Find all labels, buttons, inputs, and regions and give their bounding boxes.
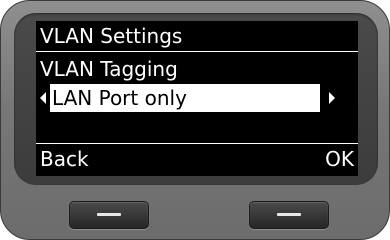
field-label: VLAN Tagging	[40, 57, 178, 81]
screen-title: VLAN Settings	[40, 24, 183, 48]
display-screen: VLAN Settings VLAN Tagging LAN Port only…	[36, 21, 358, 176]
display-bezel: VLAN Settings VLAN Tagging LAN Port only…	[14, 13, 378, 185]
triangle-left-icon[interactable]	[36, 84, 50, 112]
title-divider	[36, 51, 358, 52]
softkey-ok-label[interactable]: OK	[325, 144, 354, 175]
dash-icon	[97, 213, 121, 216]
option-selector[interactable]: LAN Port only	[50, 84, 320, 112]
phone-device: VLAN Settings VLAN Tagging LAN Port only…	[0, 0, 390, 240]
right-softkey-button[interactable]	[249, 201, 329, 229]
dash-icon	[277, 213, 301, 216]
softkey-bar: Back OK	[36, 143, 358, 176]
triangle-right-icon[interactable]	[324, 84, 338, 112]
softkey-back-label[interactable]: Back	[40, 144, 89, 175]
left-softkey-button[interactable]	[69, 201, 149, 229]
